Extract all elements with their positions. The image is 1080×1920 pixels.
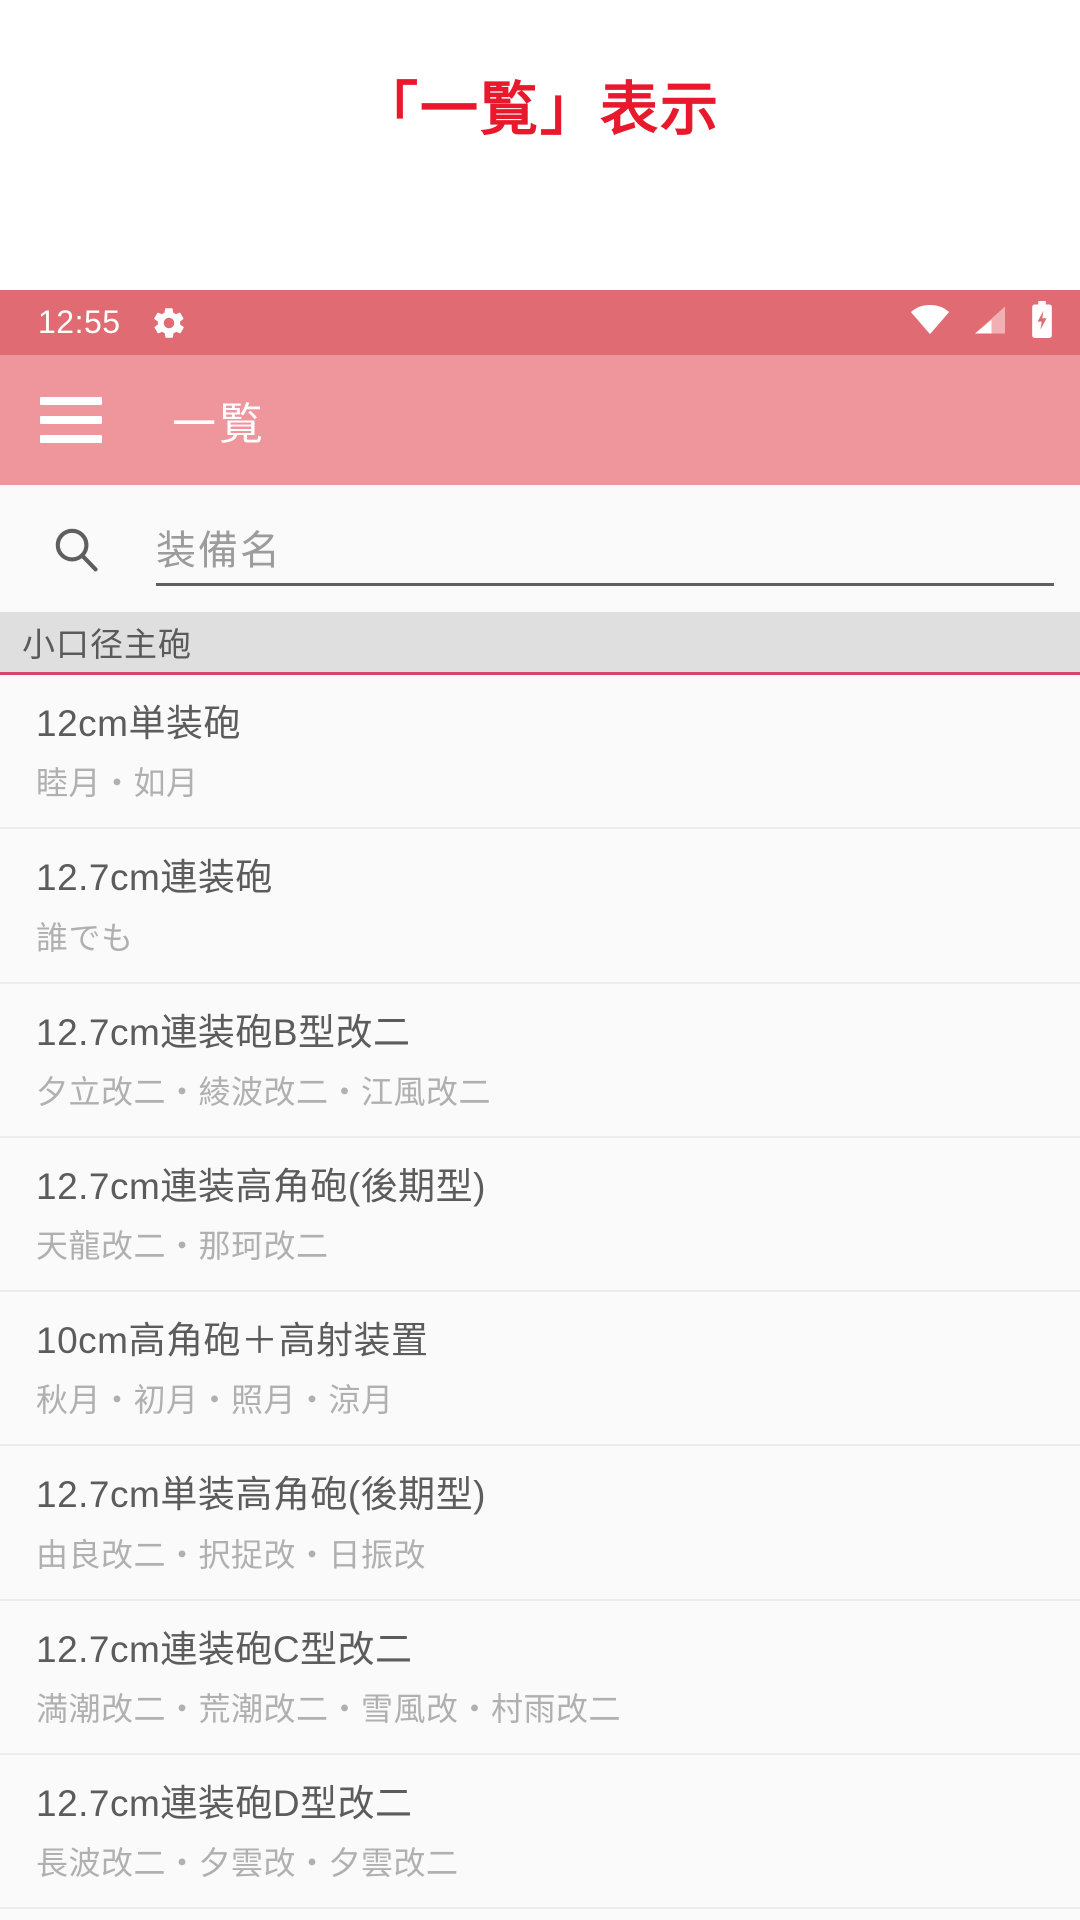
search-placeholder: 装備名 — [156, 529, 282, 573]
wifi-icon — [910, 304, 950, 340]
list-item-name: 12.7cm連装高角砲(後期型) — [36, 1165, 486, 1207]
list-item-subtitle: 長波改二・夕雲改・夕雲改二 — [36, 1845, 459, 1881]
search-icon[interactable] — [50, 523, 102, 575]
list-item[interactable]: 12.7cm連装砲D型改二長波改二・夕雲改・夕雲改二 — [0, 1754, 1080, 1909]
list-item[interactable]: 10cm高角砲＋高射装置秋月・初月・照月・涼月 — [0, 1292, 1080, 1447]
section-header: 小口径主砲 — [0, 612, 1080, 675]
list-item-subtitle: 満潮改二・荒潮改二・雪風改・村雨改二 — [36, 1690, 622, 1727]
status-bar: 12:55 — [0, 290, 1080, 355]
list-item[interactable]: 12.7cm連装砲誰でも — [0, 829, 1080, 984]
status-clock: 12:55 — [38, 304, 121, 340]
list-item-name: 12.7cm連装砲 — [36, 857, 273, 899]
list-item-name: 10cm高角砲＋高射装置 — [36, 1320, 429, 1361]
phone-screenshot: 12:55 一覧 装備名 小口径主砲 12cm単装砲 睦月・如月 12.7cm連… — [0, 290, 1080, 1920]
list-item-name: 12.7cm連装砲C型改二 — [36, 1628, 413, 1670]
list-item-subtitle: 睦月・如月 — [36, 765, 199, 802]
list-item[interactable]: 12.7cm連装砲C型改二満潮改二・荒潮改二・雪風改・村雨改二 — [0, 1600, 1080, 1755]
search-bar[interactable]: 装備名 — [0, 485, 1080, 612]
section-header-label: 小口径主砲 — [22, 626, 192, 663]
gear-icon — [151, 305, 187, 341]
list-item[interactable]: 12.7cm連装高角砲(後期型) 天龍改二・那珂改二 — [0, 1137, 1080, 1292]
list-item-name: 12cm単装砲 — [36, 703, 241, 744]
battery-charging-icon — [1030, 301, 1054, 344]
page-title: 「一覧」表示 — [359, 77, 720, 142]
status-icons — [910, 301, 1054, 344]
caption-area: 「一覧」表示 — [0, 0, 1080, 290]
list-item-subtitle: 由良改二・択捉改・日振改 — [36, 1536, 427, 1573]
list-item-subtitle: 誰でも — [36, 919, 134, 956]
list-item-name: 12.7cm連装砲B型改二 — [36, 1011, 411, 1053]
app-bar: 一覧 — [0, 355, 1080, 485]
menu-bar-3 — [40, 435, 102, 443]
menu-bar-1 — [40, 397, 102, 405]
search-input[interactable]: 装備名 — [156, 512, 1054, 586]
menu-bar-2 — [40, 416, 102, 424]
hamburger-menu-icon[interactable] — [40, 389, 102, 451]
list-item-subtitle: 秋月・初月・照月・涼月 — [36, 1382, 394, 1419]
list-item-name: 12.7cm連装砲D型改二 — [36, 1782, 413, 1824]
cellular-signal-icon — [972, 305, 1008, 340]
app-bar-title: 一覧 — [172, 400, 266, 449]
list-item-subtitle: 天龍改二・那珂改二 — [36, 1228, 329, 1264]
list-item-name: 12.7cm単装高角砲(後期型) — [36, 1474, 486, 1516]
equipment-list[interactable]: 小口径主砲 12cm単装砲 睦月・如月 12.7cm連装砲 誰でも 12.7cm連装砲B型… — [0, 612, 1080, 1909]
list-item[interactable]: 12.7cm連装砲B型改二夕立改二・綾波改二・江風改二 — [0, 983, 1080, 1138]
list-item-subtitle: 夕立改二・綾波改二・江風改二 — [36, 1073, 492, 1110]
list-item[interactable]: 12cm単装砲睦月・如月 — [0, 675, 1080, 830]
list-item[interactable]: 12.7cm単装高角砲(後期型) 由良改二・択捉改・日振改 — [0, 1446, 1080, 1601]
